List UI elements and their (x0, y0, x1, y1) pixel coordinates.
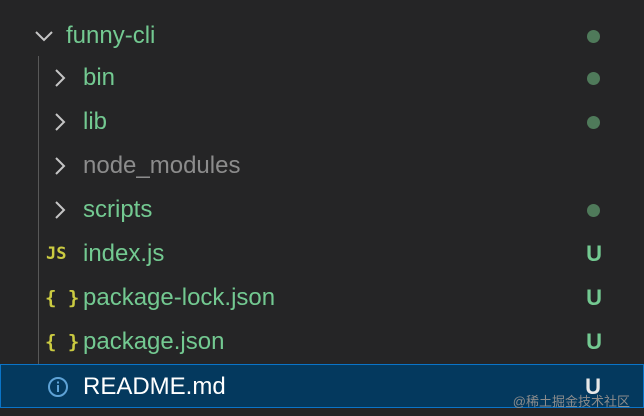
git-status-dot-icon (587, 204, 600, 217)
file-explorer-tree: deploy funny-cli bin lib node_modules (0, 0, 644, 416)
chevron-right-icon[interactable] (50, 144, 70, 188)
folder-label: scripts (83, 196, 153, 223)
tree-file-package-json[interactable]: { } package.json U (0, 320, 644, 364)
tree-folder-lib[interactable]: lib (0, 100, 644, 144)
info-icon (46, 365, 70, 409)
chevron-down-icon[interactable] (34, 14, 54, 58)
git-status-untracked: U (586, 329, 602, 354)
tree-folder-funny-cli[interactable]: funny-cli (0, 14, 644, 58)
chevron-right-icon[interactable] (50, 188, 70, 232)
folder-label: node_modules (83, 152, 241, 179)
tree-folder-scripts[interactable]: scripts (0, 188, 644, 232)
tree-folder-bin[interactable]: bin (0, 56, 644, 100)
chevron-right-icon[interactable] (50, 56, 70, 100)
file-label: index.js (83, 240, 165, 267)
tree-item-above-partial[interactable]: deploy (40, 0, 160, 2)
json-file-icon: { } (45, 331, 80, 353)
watermark-text: @稀土掘金技术社区 (512, 394, 630, 409)
tree-folder-node-modules[interactable]: node_modules (0, 144, 644, 188)
git-status-dot-icon (587, 30, 600, 43)
git-status-untracked: U (586, 241, 602, 266)
file-label: package-lock.json (83, 284, 276, 311)
tree-file-package-lock-json[interactable]: { } package-lock.json U (0, 276, 644, 320)
chevron-right-icon[interactable] (50, 100, 70, 144)
file-label: package.json (83, 328, 225, 355)
git-status-dot-icon (587, 116, 600, 129)
js-file-icon: JS (46, 244, 67, 264)
git-status-dot-icon (587, 72, 600, 85)
tree-file-index-js[interactable]: JS index.js U (0, 232, 644, 276)
folder-label: funny-cli (66, 22, 156, 49)
json-file-icon: { } (45, 287, 80, 309)
folder-label: bin (83, 64, 116, 91)
file-label: README.md (83, 373, 226, 400)
folder-label: lib (83, 108, 108, 135)
git-status-untracked: U (586, 285, 602, 310)
